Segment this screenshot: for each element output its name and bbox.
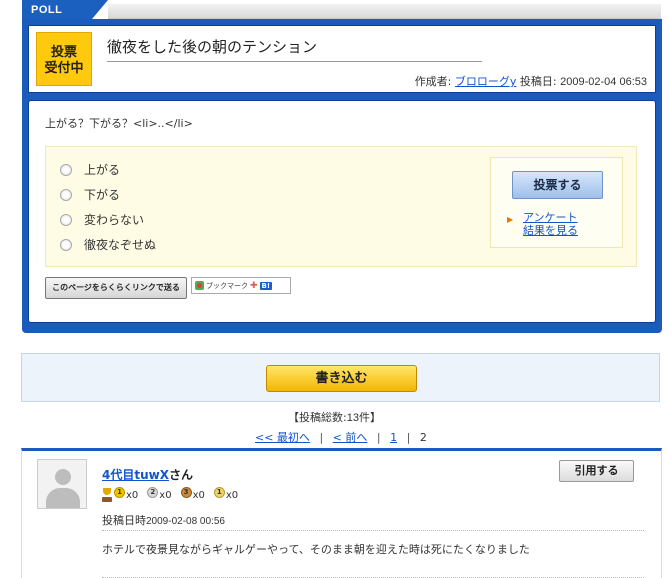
option-kawaranai[interactable]: 変わらない [60, 211, 144, 228]
quote-button[interactable]: 引用する [559, 460, 634, 482]
comment-author-link[interactable]: 4代目tuwX [102, 468, 169, 482]
username-suffix: さん [168, 468, 193, 482]
poll-title: 徹夜をした後の朝のテンション [107, 38, 318, 56]
option-radio[interactable] [60, 188, 72, 201]
option-radio[interactable] [60, 238, 72, 251]
option-tetsuya-nazo-senu[interactable]: 徹夜なぞせぬ [60, 236, 156, 253]
posted-date: 2009-02-08 00:56 [146, 516, 225, 527]
bronze-medal-icon: 3 [180, 486, 192, 498]
option-label: 上がる [84, 163, 121, 177]
poll-meta: 作成者: ブロローグy 投稿日: 2009-02-04 06:53 [415, 73, 647, 89]
medal-count: x0 [225, 489, 239, 501]
poll-tab-corner [92, 0, 108, 19]
medal-counts: 1 x0 2 x0 3 x0 1 x0 [102, 486, 247, 502]
poll-date: 2009-02-04 06:53 [560, 76, 647, 88]
avatar-head-icon [55, 469, 71, 485]
trophy-icon [102, 488, 112, 502]
poll-header: 投票 受付中 徹夜をした後の朝のテンション 作成者: ブロローグy 投稿日: 2… [28, 25, 656, 93]
comment-divider [102, 530, 644, 531]
avatar [37, 459, 87, 509]
posted-label: 投稿日時 [102, 514, 146, 527]
poll-body: 上がる？下がる？<li>..</li> 上がる 下がる 変わらない 徹夜なぞせぬ… [28, 100, 656, 323]
option-label: 下がる [84, 188, 121, 202]
pager-separator: | [319, 431, 324, 444]
results-link[interactable]: ▶ アンケート 結果を見る [507, 211, 578, 237]
results-link-line-2: 結果を見る [523, 224, 578, 237]
bookmark-button[interactable]: ブックマーク ✚ B! [191, 277, 291, 294]
medal-count: x0 [192, 489, 205, 501]
medal-count: x0 [159, 489, 172, 501]
hatena-bookmark-icon: B! [259, 281, 273, 290]
pager-separator: | [406, 431, 411, 444]
option-agaru[interactable]: 上がる [60, 161, 120, 178]
author-label: 作成者: [414, 75, 452, 88]
send-link-button[interactable]: このページをらくらくリンクで送る [45, 277, 187, 299]
total-prefix: 【投稿総数: [288, 411, 347, 424]
total-suffix: 】 [369, 411, 381, 424]
favorite-icon: ✚ [250, 280, 258, 291]
option-radio[interactable] [60, 163, 72, 176]
title-underline [107, 61, 482, 62]
pager-current-page: 2 [419, 431, 427, 444]
option-radio[interactable] [60, 213, 72, 226]
badge-line-1: 投票 [50, 44, 77, 59]
silver-medal-icon: 2 [147, 486, 159, 498]
vote-panel: 投票する ▶ アンケート 結果を見る [490, 157, 623, 248]
poll-tab: POLL [22, 0, 92, 19]
pager-prev-link[interactable]: < 前へ [333, 431, 368, 444]
bookmark-icon [195, 281, 204, 290]
gold-medal-icon: 1 [114, 486, 125, 498]
total-count: 13件 [346, 412, 370, 424]
option-label: 変わらない [84, 213, 145, 227]
arrow-right-icon: ▶ [507, 215, 514, 224]
option-label: 徹夜なぞせぬ [84, 238, 157, 252]
voting-open-badge: 投票 受付中 [36, 32, 92, 86]
special-medal-icon: 1 [213, 486, 225, 498]
comment-text: ホテルで夜景見ながらギャルゲーやって、そのまま朝を迎えた時は死にたくなりました [102, 543, 530, 556]
poll-question: 上がる？下がる？<li>..</li> [45, 117, 193, 130]
bookmark-label: ブックマーク [206, 281, 248, 290]
pager-separator: | [376, 431, 381, 444]
comment-posted: 投稿日時2009-02-08 00:56 [102, 512, 225, 528]
comment-author: 4代目tuwXさん [102, 466, 193, 483]
pager-page-1-link[interactable]: 1 [390, 431, 397, 444]
medal-count: x0 [126, 489, 139, 501]
options-panel: 上がる 下がる 変わらない 徹夜なぞせぬ 投票する ▶ アンケート 結果を見る [45, 146, 637, 267]
avatar-body-icon [46, 488, 80, 508]
total-posts: 【投稿総数:13件】 [0, 409, 669, 425]
write-area: 書き込む [21, 353, 660, 402]
poll-box: 投票 受付中 徹夜をした後の朝のテンション 作成者: ブロローグy 投稿日: 2… [22, 19, 662, 333]
comment-card: 4代目tuwXさん 引用する 1 x0 2 x0 3 x0 1 x0 投稿日時2… [21, 448, 662, 578]
pager-first-link[interactable]: << 最初へ [255, 431, 310, 444]
pagination: << 最初へ | < 前へ | 1 | 2 [255, 429, 427, 445]
option-sagaru[interactable]: 下がる [60, 186, 120, 203]
vote-button[interactable]: 投票する [512, 171, 603, 199]
poll-tab-strip [108, 4, 661, 19]
author-link[interactable]: ブロローグy [455, 75, 517, 88]
date-label: 投稿日: [519, 75, 557, 88]
write-button[interactable]: 書き込む [266, 365, 417, 392]
badge-line-2: 受付中 [44, 60, 84, 75]
results-link-line-1: アンケート [523, 211, 578, 224]
